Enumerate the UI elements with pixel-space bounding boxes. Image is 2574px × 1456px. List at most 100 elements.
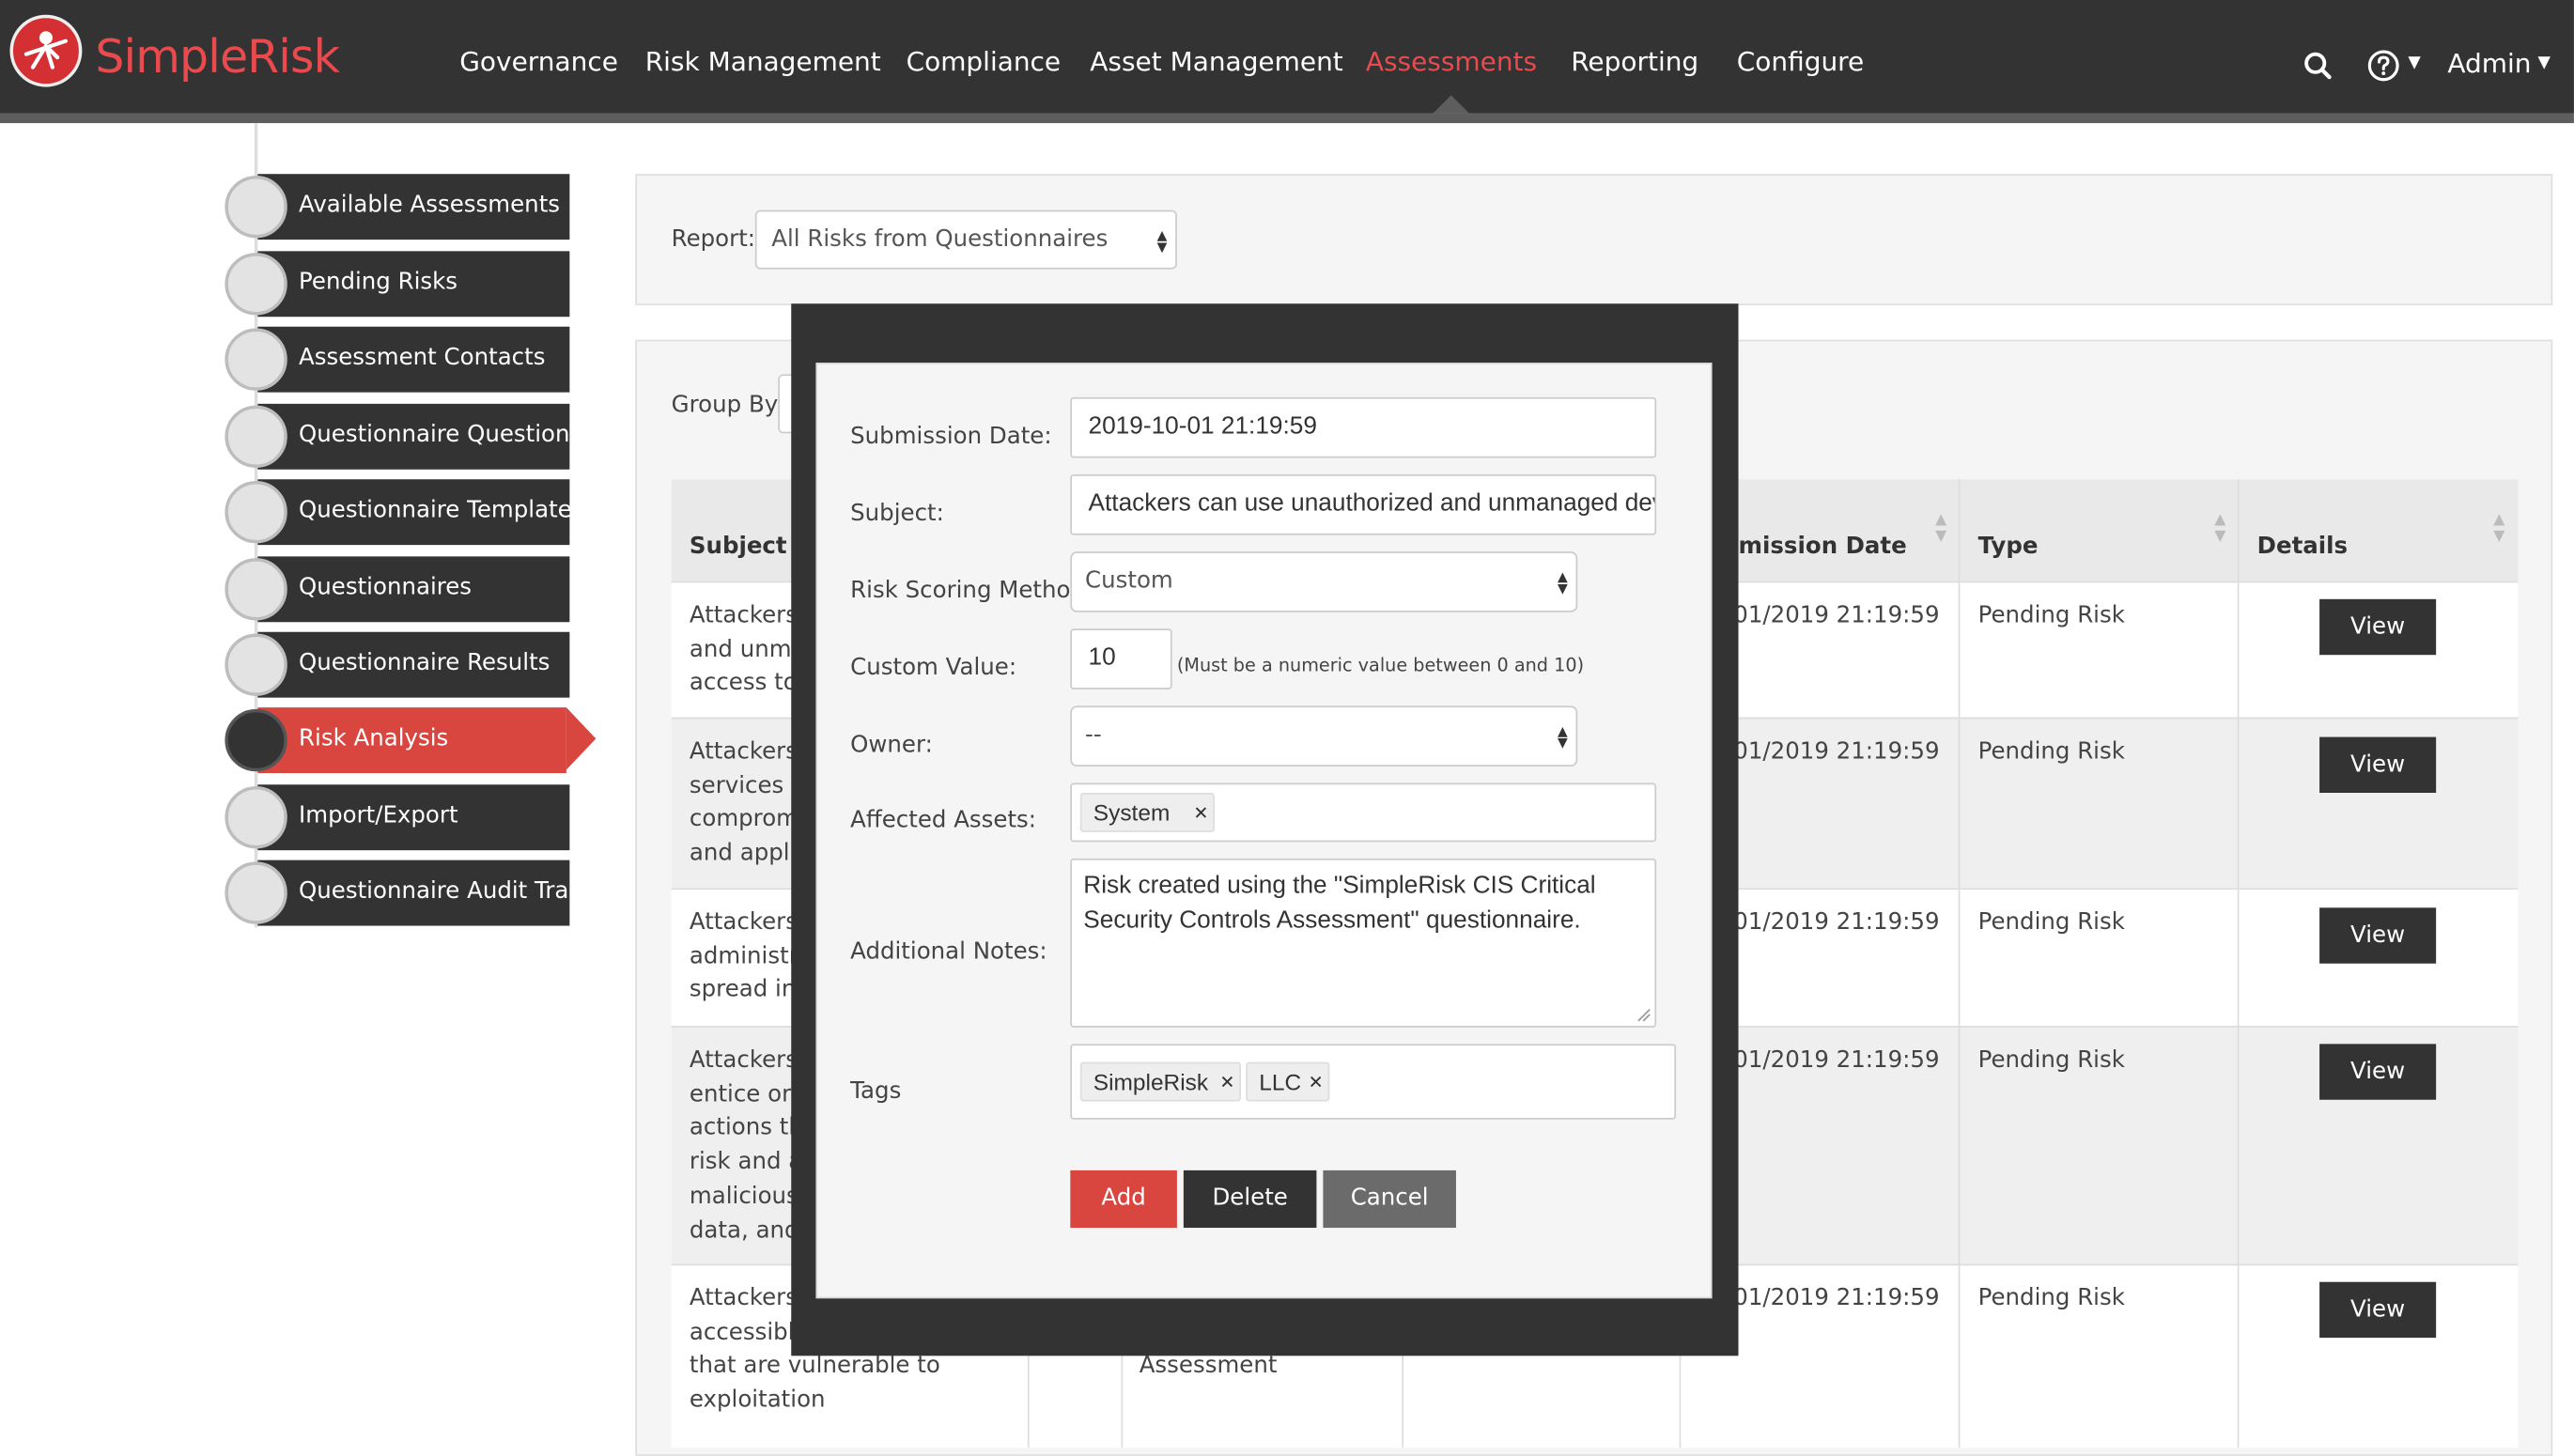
sidebar-step-icon [225,405,287,469]
sidebar-item-available-assessments[interactable]: Available Assessments [257,174,570,240]
sidebar-item-label: Assessment Contacts [299,344,546,371]
report-label: Report: [671,226,756,254]
type-cell: Pending Risk [1977,909,2125,937]
date-cell: 01/2019 21:19:59 [1733,1046,1940,1074]
sidebar-step-icon [225,786,287,849]
nav-reporting[interactable]: Reporting [1571,46,1698,77]
sidebar-item-questionnaire-questions[interactable]: Questionnaire Questions [257,403,581,470]
nav-governance[interactable]: Governance [459,46,618,77]
remove-chip-icon[interactable]: ✕ [1219,1072,1234,1093]
tag-chip: SimpleRisk ✕ [1079,1061,1242,1102]
subject-cell: Attackers and unma access to [689,602,806,697]
sort-icon[interactable]: ▲ ▼ [1935,512,1946,545]
view-button[interactable]: View [2319,1281,2437,1339]
report-select-value: All Risks from Questionnaires [771,226,1109,254]
sidebar-step-icon [225,328,287,391]
view-button[interactable]: View [2319,598,2437,656]
logo-text[interactable]: SimpleRisk [95,29,340,84]
date-cell: 01/2019 21:19:59 [1733,602,1940,629]
sidebar-step-icon [225,175,287,239]
nav-compliance[interactable]: Compliance [907,46,1062,77]
sidebar-step-icon [225,861,287,924]
app-root: SimpleRisk Governance Risk Management Co… [0,0,2574,1456]
sidebar-item-label: Questionnaires [299,574,473,601]
sidebar-item-label: Pending Risks [299,269,458,296]
column-header-details[interactable]: Details [2257,534,2348,560]
tags-label: Tags [850,1078,902,1106]
type-cell: Pending Risk [1977,1285,2125,1312]
nav-risk-management[interactable]: Risk Management [645,46,881,77]
user-caret-down-icon[interactable]: ▼ [2537,54,2550,72]
sidebar-item-label: Risk Analysis [299,725,449,752]
asset-chip: System ✕ [1079,792,1216,832]
sidebar-item-label: Questionnaire Audit Trail [299,877,582,905]
column-header-type[interactable]: Type [1978,534,2039,560]
nav-assessments[interactable]: Assessments [1366,46,1537,77]
custom-value-input[interactable]: 10 [1070,628,1172,689]
sidebar-item-label: Questionnaire Templates [299,497,584,524]
column-header-submission-date[interactable]: mission Date [1738,534,1906,560]
help-icon[interactable] [2367,49,2400,88]
additional-notes-textarea[interactable]: Risk created using the "SimpleRisk CIS C… [1070,858,1657,1028]
submission-date-label: Submission Date: [850,423,1052,450]
sidebar-item-assessment-contacts[interactable]: Assessment Contacts [257,326,570,393]
type-cell: Pending Risk [1977,1046,2125,1074]
column-header-subject[interactable]: Subject [690,534,787,560]
risk-scoring-method-label: Risk Scoring Method: [850,578,1093,605]
sidebar-item-questionnaires[interactable]: Questionnaires [257,556,570,623]
add-button[interactable]: Add [1070,1169,1177,1229]
owner-select[interactable]: -- ▲ ▼ [1070,705,1578,767]
user-menu[interactable]: Admin [2447,48,2531,79]
active-nav-indicator [1433,95,1469,114]
view-button[interactable]: View [2319,1044,2437,1100]
sort-icon[interactable]: ▲ ▼ [2493,512,2504,545]
nav-configure[interactable]: Configure [1737,46,1865,77]
search-icon[interactable] [2303,51,2333,86]
column-divider [2237,479,2240,1448]
sort-icon[interactable]: ▲ ▼ [2214,512,2225,545]
tags-input[interactable]: SimpleRisk ✕ LLC ✕ [1070,1044,1677,1120]
sidebar-item-pending-risks[interactable]: Pending Risks [257,251,570,318]
tag-chip: LLC ✕ [1246,1061,1330,1102]
view-button[interactable]: View [2319,907,2437,964]
select-arrows-icon: ▲ ▼ [1156,227,1168,255]
sidebar-item-label: Questionnaire Questions [299,422,582,449]
view-button[interactable]: View [2319,736,2437,793]
submission-date-input[interactable]: 2019-10-01 21:19:59 [1070,396,1657,458]
sidebar-item-questionnaire-results[interactable]: Questionnaire Results [257,631,570,698]
sidebar-item-import-export[interactable]: Import/Export [257,784,570,851]
remove-chip-icon[interactable]: ✕ [1309,1072,1324,1093]
help-caret-down-icon[interactable]: ▼ [2408,54,2420,72]
sidebar-item-questionnaire-audit-trail[interactable]: Questionnaire Audit Trail [257,860,581,926]
custom-value-label: Custom Value: [850,655,1017,682]
sidebar-step-icon [225,480,287,544]
subject-input[interactable]: Attackers can use unauthorized and unman… [1070,473,1657,535]
cancel-button[interactable]: Cancel [1323,1169,1456,1229]
sidebar-step-icon [225,708,287,772]
affected-assets-input[interactable]: System ✕ [1070,782,1657,843]
date-cell: 01/2019 21:19:59 [1733,1285,1940,1312]
sidebar-item-label: Questionnaire Results [299,649,550,676]
sidebar-item-risk-analysis[interactable]: Risk Analysis [257,707,566,774]
column-divider [1958,479,1961,1448]
report-select[interactable]: All Risks from Questionnaires ▲ ▼ [754,209,1177,270]
owner-label: Owner: [850,732,933,759]
type-cell: Pending Risk [1977,602,2125,629]
subject-label: Subject: [850,500,944,527]
remove-chip-icon[interactable]: ✕ [1193,802,1208,824]
select-arrows-icon: ▲ ▼ [1558,569,1568,596]
nav-asset-management[interactable]: Asset Management [1090,46,1342,77]
sidebar-step-icon [225,633,287,696]
resize-handle-icon[interactable] [1635,1006,1651,1022]
custom-value-hint: (Must be a numeric value between 0 and 1… [1176,655,1585,676]
type-cell: Pending Risk [1977,738,2125,766]
groupby-label: Group By: [671,392,784,419]
sidebar-item-label: Available Assessments [299,192,561,219]
affected-assets-label: Affected Assets: [850,807,1037,834]
sidebar-step-icon [225,253,287,316]
sidebar-item-questionnaire-templates[interactable]: Questionnaire Templates [257,479,583,546]
navbar-underline [0,113,2574,124]
logo-icon[interactable] [9,14,83,87]
risk-scoring-method-select[interactable]: Custom ▲ ▼ [1070,551,1578,612]
delete-button[interactable]: Delete [1183,1169,1317,1229]
